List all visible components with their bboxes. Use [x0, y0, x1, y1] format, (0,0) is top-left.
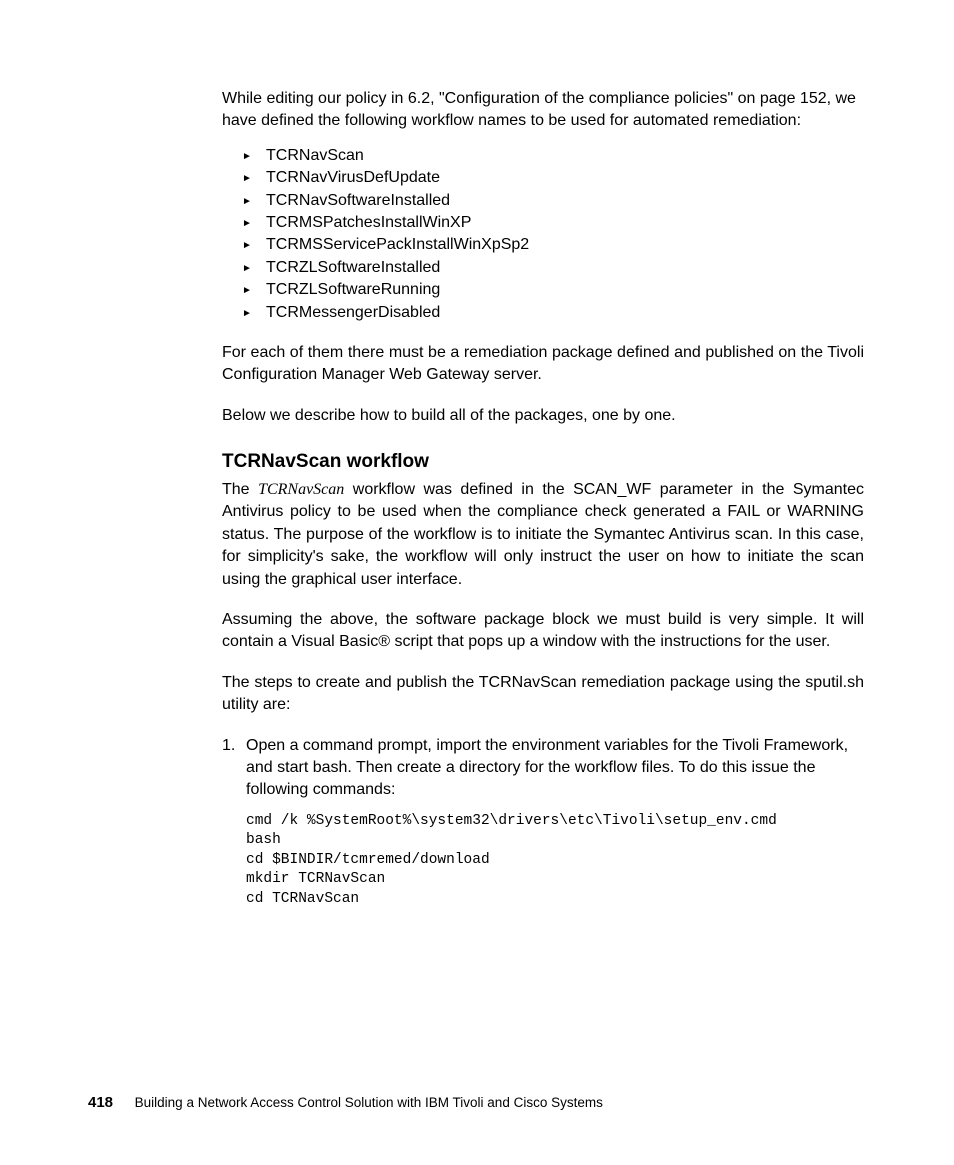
step-number: 1.: [222, 735, 235, 757]
page-footer: 418 Building a Network Access Control So…: [0, 1094, 954, 1111]
text-prefix: The: [222, 481, 258, 498]
code-block: cmd /k %SystemRoot%\system32\drivers\etc…: [246, 812, 864, 910]
intro-paragraph: While editing our policy in 6.2, "Config…: [222, 88, 864, 133]
list-item: 1. Open a command prompt, import the env…: [222, 735, 864, 802]
list-item: TCRMessengerDisabled: [246, 302, 864, 324]
list-item: TCRMSPatchesInstallWinXP: [246, 212, 864, 234]
body-paragraph: For each of them there must be a remedia…: [222, 342, 864, 387]
page-number: 418: [88, 1094, 113, 1111]
page-content: While editing our policy in 6.2, "Config…: [0, 0, 954, 910]
code-line: cd TCRNavScan: [246, 891, 359, 907]
body-paragraph: The TCRNavScan workflow was defined in t…: [222, 479, 864, 591]
list-item: TCRMSServicePackInstallWinXpSp2: [246, 234, 864, 256]
numbered-list: 1. Open a command prompt, import the env…: [222, 735, 864, 802]
list-item: TCRNavSoftwareInstalled: [246, 190, 864, 212]
body-paragraph: The steps to create and publish the TCRN…: [222, 672, 864, 717]
section-heading: TCRNavScan workflow: [222, 451, 864, 473]
list-item: TCRNavScan: [246, 145, 864, 167]
body-paragraph: Assuming the above, the software package…: [222, 609, 864, 654]
code-line: mkdir TCRNavScan: [246, 871, 385, 887]
code-line: bash: [246, 832, 281, 848]
body-paragraph: Below we describe how to build all of th…: [222, 405, 864, 427]
step-text: Open a command prompt, import the enviro…: [246, 737, 848, 799]
code-line: cd $BINDIR/tcmremed/download: [246, 852, 490, 868]
list-item: TCRNavVirusDefUpdate: [246, 167, 864, 189]
code-line: cmd /k %SystemRoot%\system32\drivers\etc…: [246, 813, 777, 829]
list-item: TCRZLSoftwareRunning: [246, 279, 864, 301]
footer-title: Building a Network Access Control Soluti…: [135, 1095, 603, 1110]
workflow-list: TCRNavScan TCRNavVirusDefUpdate TCRNavSo…: [246, 145, 864, 324]
list-item: TCRZLSoftwareInstalled: [246, 257, 864, 279]
italic-term: TCRNavScan: [258, 481, 344, 498]
